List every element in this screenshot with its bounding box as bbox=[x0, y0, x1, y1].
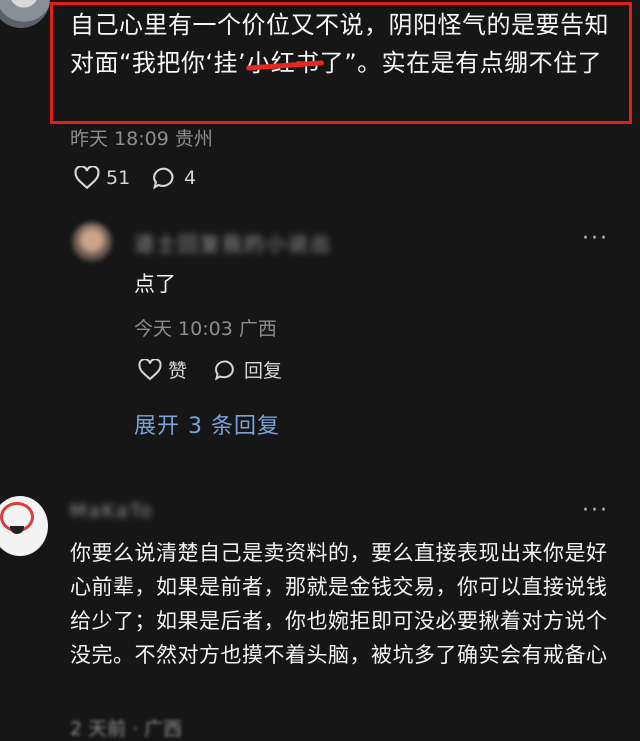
reply-like-button[interactable]: 赞 bbox=[138, 356, 187, 383]
comment-time: 昨天 18:09 bbox=[70, 128, 169, 150]
comment-text-part2: 了”。实在是有点绷不住了 bbox=[319, 49, 603, 77]
like-button[interactable]: 51 bbox=[74, 166, 130, 190]
reply-more-button[interactable]: ··· bbox=[582, 226, 609, 251]
comment-bubble-icon bbox=[152, 166, 178, 190]
reply-like-label: 赞 bbox=[168, 360, 188, 382]
expand-replies-link[interactable]: 展开 3 条回复 bbox=[134, 408, 280, 440]
struck-text: 小红书 bbox=[246, 49, 320, 77]
reply-count: 4 bbox=[184, 167, 197, 189]
avatar[interactable] bbox=[0, 496, 48, 556]
avatar[interactable] bbox=[0, 0, 50, 28]
reply-meta: 今天 10:03 广西 bbox=[134, 314, 277, 341]
reply-username[interactable]: 道士回复我的小说出 bbox=[134, 228, 332, 257]
comment-more-button[interactable]: ··· bbox=[582, 498, 609, 523]
like-count: 51 bbox=[106, 167, 131, 189]
reply-reply-button[interactable]: 回复 bbox=[214, 356, 282, 383]
heart-icon bbox=[138, 358, 162, 381]
reply-button[interactable]: 4 bbox=[152, 166, 196, 190]
reply-reply-label: 回复 bbox=[244, 360, 283, 382]
reply-avatar[interactable] bbox=[72, 222, 112, 262]
comment-bubble-icon bbox=[214, 359, 238, 381]
comment-meta: 2 天前 · 广西 bbox=[70, 718, 183, 740]
comment-meta: 昨天 18:09 贵州 bbox=[70, 124, 213, 151]
reply-location: 广西 bbox=[238, 318, 277, 340]
comment-text: 自己心里有一个价位又不说，阴阳怪气的是要告知对面“我把你‘挂’小红书了”。实在是… bbox=[70, 6, 615, 82]
comment-location: 贵州 bbox=[174, 128, 213, 150]
comment-username[interactable]: MaKaTo bbox=[70, 500, 154, 522]
comment-text: 你要么说清楚自己是卖资料的，要么直接表现出来你是好心前辈，如果是前者，那就是金钱… bbox=[70, 541, 608, 667]
reply-time: 今天 10:03 bbox=[134, 318, 233, 340]
heart-icon bbox=[74, 166, 100, 190]
reply-text: 点了 bbox=[134, 272, 176, 296]
